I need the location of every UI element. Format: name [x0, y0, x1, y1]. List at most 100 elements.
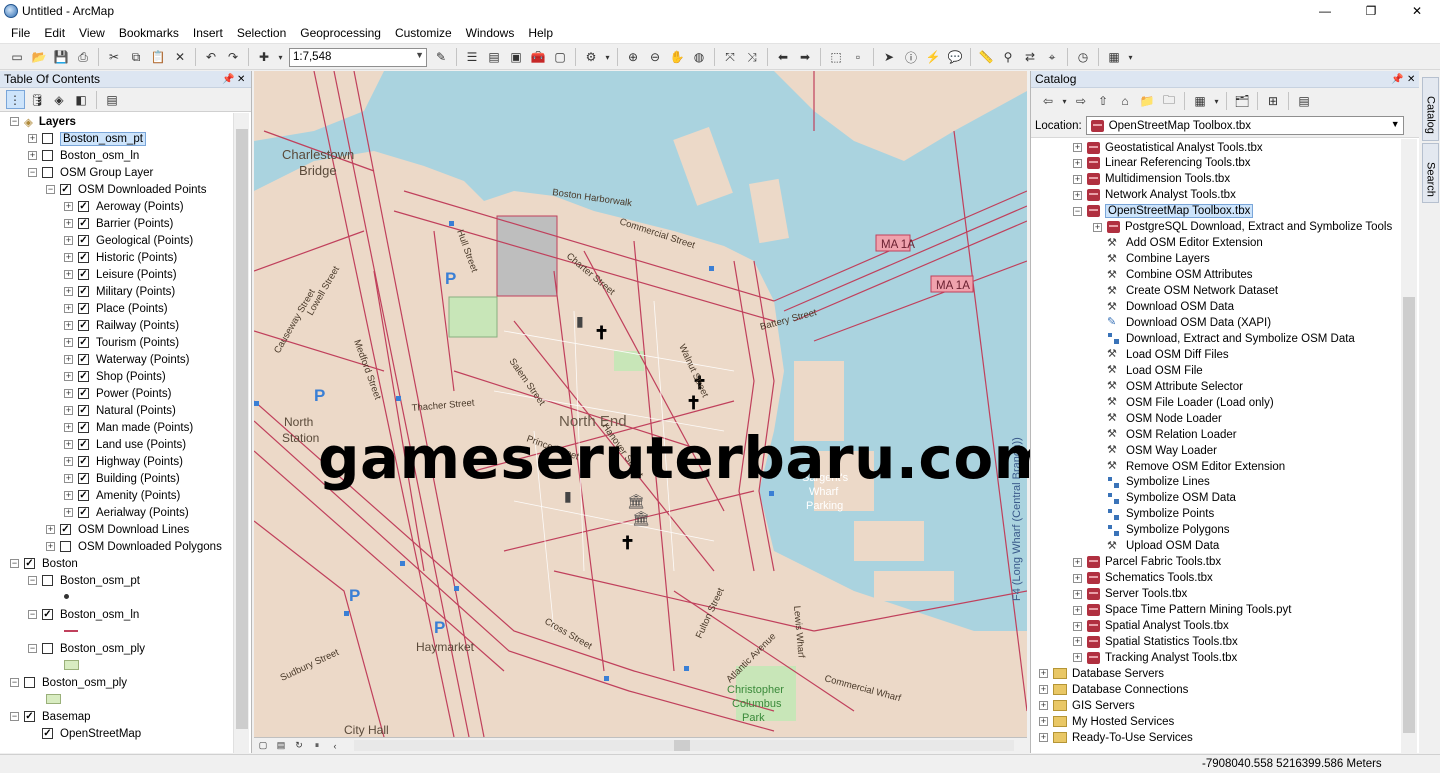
expand-icon[interactable]: + [46, 542, 55, 551]
open-folder-icon[interactable]: 📂 [30, 48, 49, 67]
chevron-down-icon[interactable]: ▼ [1391, 119, 1400, 129]
fixed-zoom-out-icon[interactable]: ⤨ [743, 48, 762, 67]
layer-visibility-checkbox[interactable]: ✓ [78, 252, 89, 263]
toc-layer-row[interactable]: + ✓ Aerialway (Points) [64, 504, 189, 521]
identify-icon[interactable]: ⓘ [902, 48, 921, 67]
tab-catalog[interactable]: Catalog [1422, 77, 1439, 141]
catalog-window-icon[interactable]: ▤ [485, 48, 504, 67]
layer-visibility-checkbox[interactable] [42, 133, 53, 144]
catalog-tree-item[interactable]: ⚒ Load OSM Diff Files [1093, 346, 1229, 363]
catalog-tree-item[interactable]: + Geostatistical Analyst Tools.tbx [1073, 139, 1263, 156]
layer-visibility-checkbox[interactable]: ✓ [78, 320, 89, 331]
catalog-tree-item[interactable]: + My Hosted Services [1039, 713, 1174, 730]
layer-visibility-checkbox[interactable]: ✓ [24, 558, 35, 569]
catalog-options-icon[interactable]: ▤ [1295, 92, 1314, 111]
layer-visibility-checkbox[interactable] [42, 150, 53, 161]
layer-visibility-checkbox[interactable] [24, 677, 35, 688]
catalog-tree-item[interactable]: + GIS Servers [1039, 697, 1135, 714]
full-extent-globe-icon[interactable]: ◍ [690, 48, 709, 67]
layer-visibility-checkbox[interactable]: ✓ [78, 422, 89, 433]
layer-visibility-checkbox[interactable]: ✓ [78, 473, 89, 484]
toc-layer-row[interactable]: − ✓ Basemap [10, 708, 91, 725]
layer-visibility-checkbox[interactable] [60, 541, 71, 552]
polygon-symbol-icon[interactable] [46, 694, 61, 704]
location-combobox[interactable]: OpenStreetMap Toolbox.tbx ▼ [1085, 116, 1404, 135]
layer-visibility-checkbox[interactable] [42, 643, 53, 654]
catalog-tree-item[interactable]: − OpenStreetMap Toolbox.tbx [1073, 203, 1254, 220]
redo-icon[interactable]: ↷ [224, 48, 243, 67]
expand-icon[interactable]: + [64, 457, 73, 466]
cut-icon[interactable]: ✂ [105, 48, 124, 67]
toc-layer-row[interactable]: + ✓ Waterway (Points) [64, 351, 190, 368]
toc-layer-row[interactable]: + OSM Downloaded Polygons [46, 538, 222, 555]
layer-visibility-checkbox[interactable]: ✓ [78, 269, 89, 280]
expand-icon[interactable]: + [64, 372, 73, 381]
layer-visibility-checkbox[interactable] [42, 167, 53, 178]
toc-layer-row[interactable]: − ✓ Boston [10, 555, 78, 572]
collapse-icon[interactable]: − [10, 559, 19, 568]
catalog-tree-item[interactable]: + Spatial Statistics Tools.tbx [1073, 633, 1238, 650]
collapse-icon[interactable]: − [28, 610, 37, 619]
chevron-down-icon[interactable]: ▾ [1213, 92, 1221, 111]
expand-icon[interactable]: + [1073, 637, 1082, 647]
maximize-button[interactable]: ❐ [1348, 0, 1394, 22]
catalog-tree-item[interactable]: ⚒ Combine Layers [1093, 251, 1210, 268]
toc-layer-row[interactable]: + Boston_osm_pt [28, 130, 146, 147]
catalog-tree-item[interactable]: ⚒ Remove OSM Editor Extension [1093, 458, 1285, 475]
catalog-tree-item[interactable]: + Multidimension Tools.tbx [1073, 171, 1230, 188]
layer-visibility-checkbox[interactable]: ✓ [78, 388, 89, 399]
layer-visibility-checkbox[interactable]: ✓ [78, 337, 89, 348]
toc-layer-row[interactable]: + ✓ Tourism (Points) [64, 334, 179, 351]
save-icon[interactable]: 💾 [52, 48, 71, 67]
scroll-left-icon[interactable]: ‹ [328, 740, 342, 752]
zoom-out-icon[interactable]: ⊖ [646, 48, 665, 67]
expand-icon[interactable]: + [64, 202, 73, 211]
collapse-icon[interactable]: − [10, 117, 19, 126]
collapse-icon[interactable]: − [10, 712, 19, 721]
expand-icon[interactable]: + [1073, 557, 1082, 567]
catalog-tree-item[interactable]: ⚒ OSM Node Loader [1093, 410, 1222, 427]
go-to-xy-icon[interactable]: ⌖ [1043, 48, 1062, 67]
layer-visibility-checkbox[interactable] [42, 575, 53, 586]
new-document-icon[interactable]: ▭ [8, 48, 27, 67]
expand-icon[interactable]: + [64, 287, 73, 296]
copy-icon[interactable]: ⧉ [127, 48, 146, 67]
expand-icon[interactable]: + [28, 134, 37, 143]
expand-icon[interactable]: + [64, 389, 73, 398]
clear-selection-icon[interactable]: ▫ [849, 48, 868, 67]
layer-visibility-checkbox[interactable]: ✓ [78, 286, 89, 297]
expand-icon[interactable]: + [64, 474, 73, 483]
catalog-tree-item[interactable]: ⚒ Load OSM File [1093, 362, 1203, 379]
toc-layer-row[interactable]: − ◈ Layers [10, 113, 76, 130]
find-binoculars-icon[interactable]: ⚲ [999, 48, 1018, 67]
expand-icon[interactable]: + [1039, 717, 1048, 727]
catalog-tree-item[interactable]: ⚒ OSM Way Loader [1093, 442, 1217, 459]
toc-layer-row[interactable]: + ✓ Leisure (Points) [64, 266, 177, 283]
catalog-tree-item[interactable]: + Ready-To-Use Services [1039, 729, 1193, 746]
menu-file[interactable]: File [4, 26, 37, 40]
polygon-symbol-icon[interactable] [64, 660, 79, 670]
menu-customize[interactable]: Customize [388, 26, 459, 40]
expand-icon[interactable]: + [64, 236, 73, 245]
forward-arrow-icon[interactable]: ➡ [796, 48, 815, 67]
expand-icon[interactable]: + [46, 525, 55, 534]
delete-icon[interactable]: ✕ [171, 48, 190, 67]
collapse-icon[interactable]: − [46, 185, 55, 194]
catalog-tree-item[interactable]: ⚒ OSM Relation Loader [1093, 426, 1237, 443]
list-by-selection-icon[interactable]: ◧ [72, 90, 91, 109]
toc-layer-row[interactable]: − Boston_osm_ply [28, 640, 145, 657]
python-window-icon[interactable]: ▢ [551, 48, 570, 67]
expand-icon[interactable]: + [1073, 143, 1082, 152]
catalog-tree-item[interactable]: ⚒ Upload OSM Data [1093, 538, 1219, 555]
layer-visibility-checkbox[interactable]: ✓ [78, 490, 89, 501]
menu-windows[interactable]: Windows [459, 26, 522, 40]
close-icon[interactable]: ✕ [1407, 74, 1415, 85]
toc-layer-row[interactable]: + ✓ OSM Download Lines [46, 521, 189, 538]
html-popup-icon[interactable]: 💬 [946, 48, 965, 67]
map-horizontal-scrollbar[interactable] [354, 740, 1014, 751]
fixed-zoom-in-icon[interactable]: ⤧ [721, 48, 740, 67]
expand-icon[interactable]: + [1093, 222, 1102, 232]
undo-icon[interactable]: ↶ [202, 48, 221, 67]
menu-help[interactable]: Help [521, 26, 560, 40]
toc-layer-row[interactable]: − ✓ Boston_osm_ln [28, 606, 139, 623]
